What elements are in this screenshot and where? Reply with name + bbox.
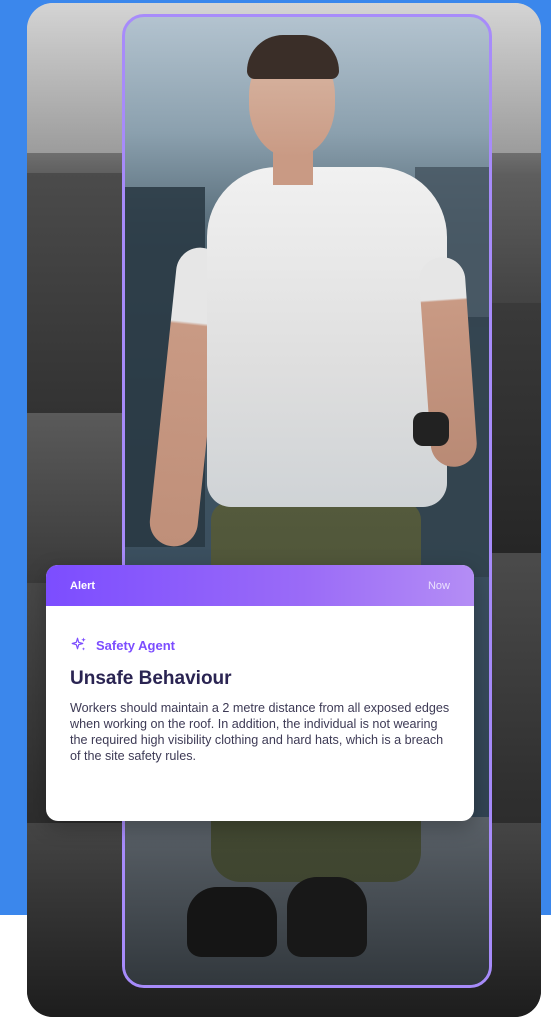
- person-hair: [247, 35, 339, 79]
- agent-row: Safety Agent: [70, 636, 450, 654]
- detected-person: [125, 17, 489, 985]
- alert-notification-card[interactable]: Alert Now Safety Agent Unsafe Behaviour …: [46, 565, 474, 821]
- agent-name: Safety Agent: [96, 637, 175, 653]
- person-watch: [413, 412, 449, 446]
- person-shoe-right: [287, 877, 367, 957]
- alert-label: Alert: [70, 579, 96, 592]
- camera-feed: [27, 3, 541, 1017]
- alert-timestamp: Now: [427, 579, 450, 592]
- alert-description: Workers should maintain a 2 metre distan…: [70, 701, 450, 763]
- person-tshirt: [207, 167, 447, 507]
- sparkle-icon: [71, 637, 86, 651]
- alert-title: Unsafe Behaviour: [70, 668, 232, 689]
- alert-header: Alert Now: [46, 565, 474, 606]
- person-detection-box: [122, 14, 492, 988]
- alert-body: Safety Agent Unsafe Behaviour Workers sh…: [46, 606, 474, 764]
- scene-building-left-lower: [27, 413, 127, 583]
- person-shoe-left: [187, 887, 277, 957]
